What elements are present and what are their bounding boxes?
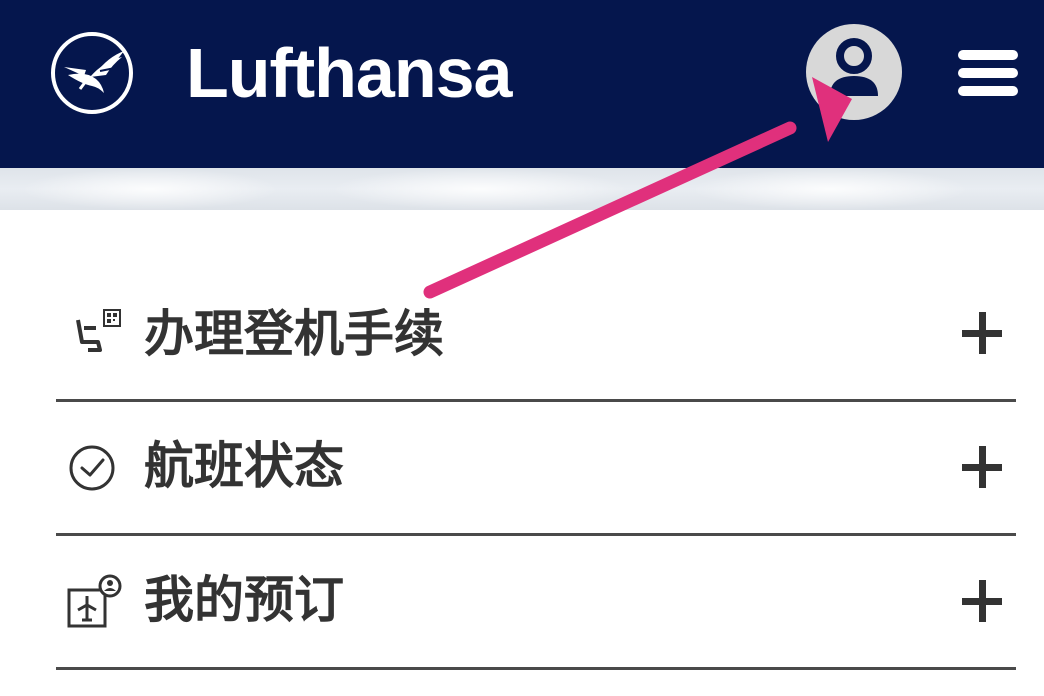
crane-logo-icon[interactable] bbox=[50, 31, 134, 115]
hamburger-menu-button[interactable] bbox=[956, 44, 1022, 98]
menu-bar bbox=[958, 50, 1018, 60]
quick-actions-accordion: 办理登机手续 航班状态 我的预订 bbox=[0, 210, 1044, 696]
my-booking-icon bbox=[66, 574, 126, 634]
plus-icon[interactable] bbox=[962, 580, 1006, 624]
cloud bbox=[690, 168, 970, 210]
flight-status-label: 航班状态 bbox=[144, 437, 344, 495]
plus-icon[interactable] bbox=[962, 446, 1006, 490]
menu-bar bbox=[958, 86, 1018, 96]
account-button[interactable] bbox=[806, 24, 902, 120]
divider bbox=[56, 667, 1016, 670]
plus-icon[interactable] bbox=[962, 312, 1006, 356]
accordion-item-check-in[interactable]: 办理登机手续 bbox=[56, 268, 1016, 402]
cloud bbox=[20, 168, 280, 210]
brand-wordmark[interactable]: Lufthansa bbox=[186, 33, 512, 113]
menu-bar bbox=[958, 68, 1018, 78]
accordion-item-flight-status[interactable]: 航班状态 bbox=[56, 402, 1016, 536]
accordion-item-my-bookings[interactable]: 我的预订 bbox=[56, 536, 1016, 670]
cloud bbox=[330, 168, 630, 210]
site-header: Lufthansa bbox=[0, 0, 1044, 168]
lufthansa-mobile-page: Lufthansa 办理登机手续 航班状态 我的预订 bbox=[0, 0, 1044, 696]
my-bookings-label: 我的预订 bbox=[144, 571, 344, 629]
user-account-icon bbox=[830, 38, 878, 96]
hero-image-strip bbox=[0, 168, 1044, 210]
check-in-label: 办理登机手续 bbox=[144, 305, 444, 363]
seat-boarding-pass-icon bbox=[66, 304, 126, 364]
clock-check-icon bbox=[66, 438, 126, 498]
